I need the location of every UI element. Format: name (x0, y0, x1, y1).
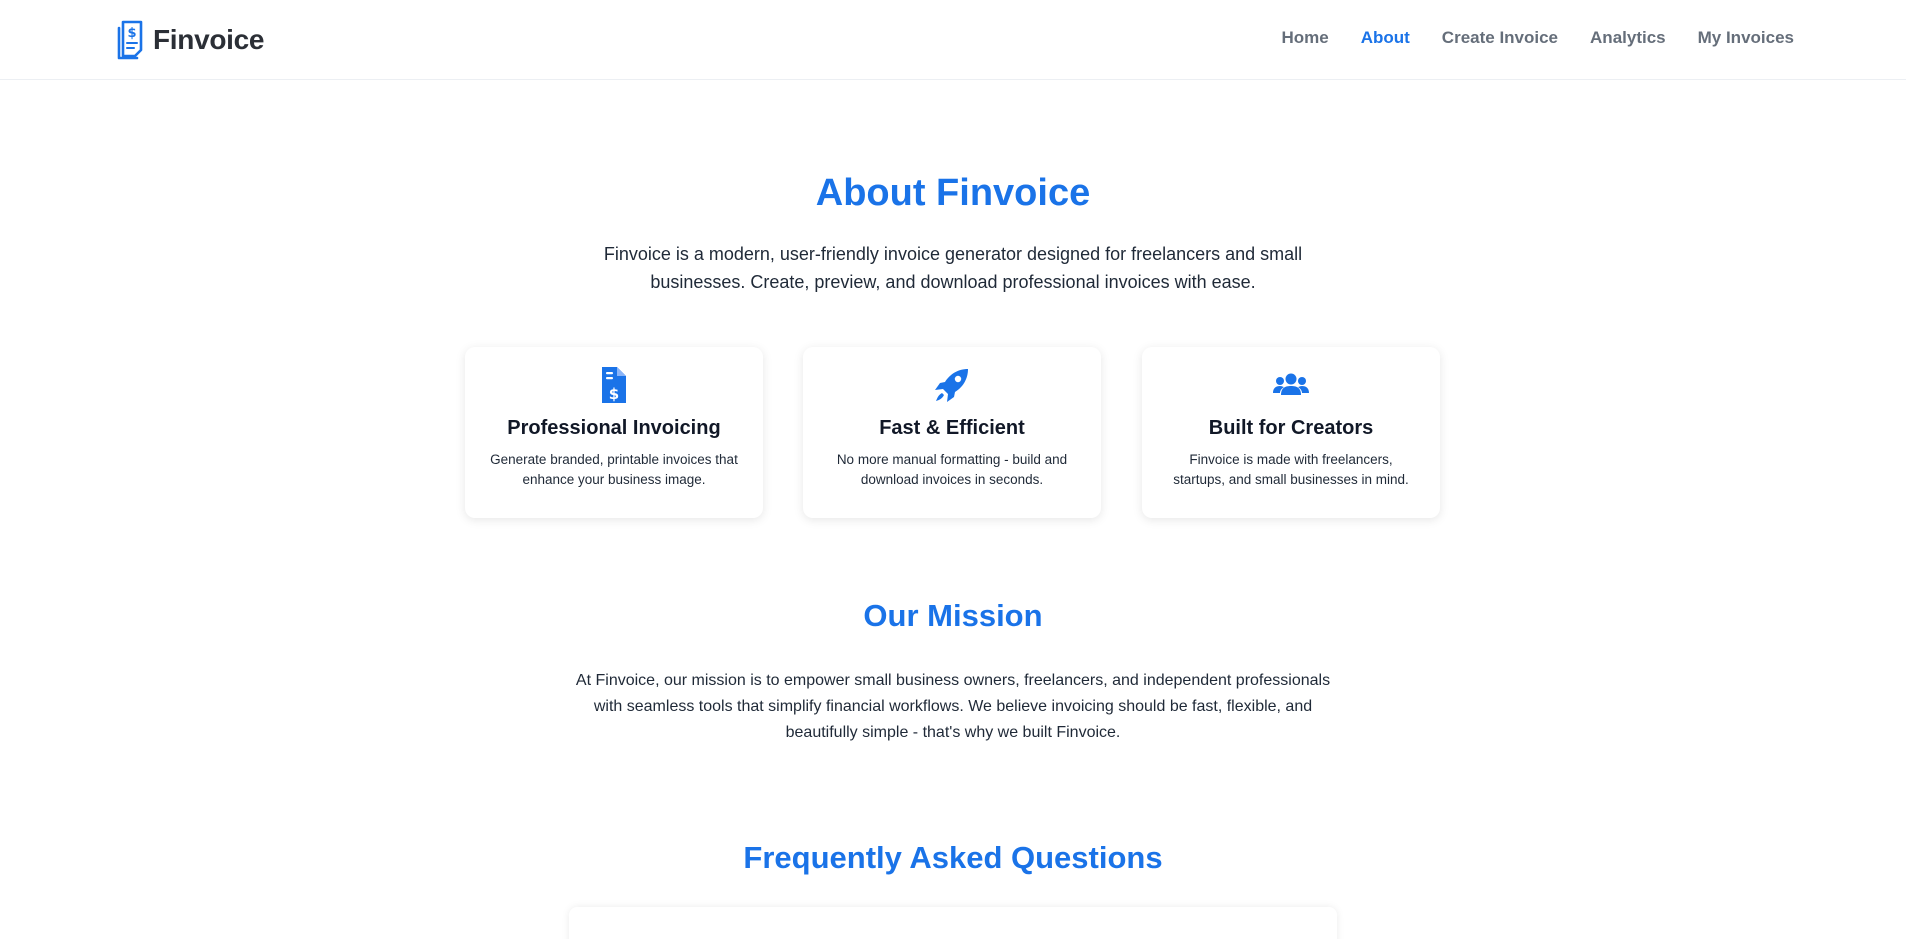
about-intro: Finvoice is a modern, user-friendly invo… (603, 244, 1303, 292)
page-title: About Finvoice (815, 172, 1091, 214)
svg-text:$: $ (127, 26, 136, 41)
nav-home[interactable]: Home (1281, 28, 1328, 48)
feature-card-professional-invoicing: $ Professional Invoicing Generate brande… (465, 347, 763, 518)
feature-description: No more manual formatting - build and do… (836, 452, 1068, 487)
feature-card-fast-efficient: Fast & Efficient No more manual formatti… (803, 347, 1101, 518)
rocket-icon (935, 369, 968, 402)
svg-text:$: $ (609, 385, 619, 403)
feature-title: Built for Creators (1208, 417, 1374, 439)
brand-name: Finvoice (153, 24, 265, 55)
mission-title: Our Mission (863, 598, 1043, 633)
navbar: $ Finvoice Home About Create Invoice Ana… (0, 0, 1906, 80)
faq-item[interactable] (569, 907, 1337, 939)
feature-title: Professional Invoicing (507, 417, 721, 439)
feature-description: Finvoice is made with freelancers, start… (1173, 452, 1409, 487)
file-invoice-dollar-icon: $ (602, 367, 626, 403)
faq-title: Frequently Asked Questions (743, 840, 1163, 875)
nav-about[interactable]: About (1361, 28, 1410, 48)
brand[interactable]: $ Finvoice (117, 20, 264, 60)
main-nav: Home About Create Invoice Analytics My I… (1281, 28, 1794, 48)
nav-create-invoice[interactable]: Create Invoice (1442, 28, 1558, 48)
feature-title: Fast & Efficient (879, 417, 1025, 439)
nav-analytics[interactable]: Analytics (1590, 28, 1666, 48)
mission-text: At Finvoice, our mission is to empower s… (575, 672, 1331, 741)
invoice-dollar-icon: $ (117, 20, 143, 60)
users-icon (1273, 373, 1309, 395)
nav-my-invoices[interactable]: My Invoices (1698, 28, 1794, 48)
feature-card-built-for-creators: Built for Creators Finvoice is made with… (1142, 347, 1440, 518)
feature-description: Generate branded, printable invoices tha… (490, 452, 738, 487)
